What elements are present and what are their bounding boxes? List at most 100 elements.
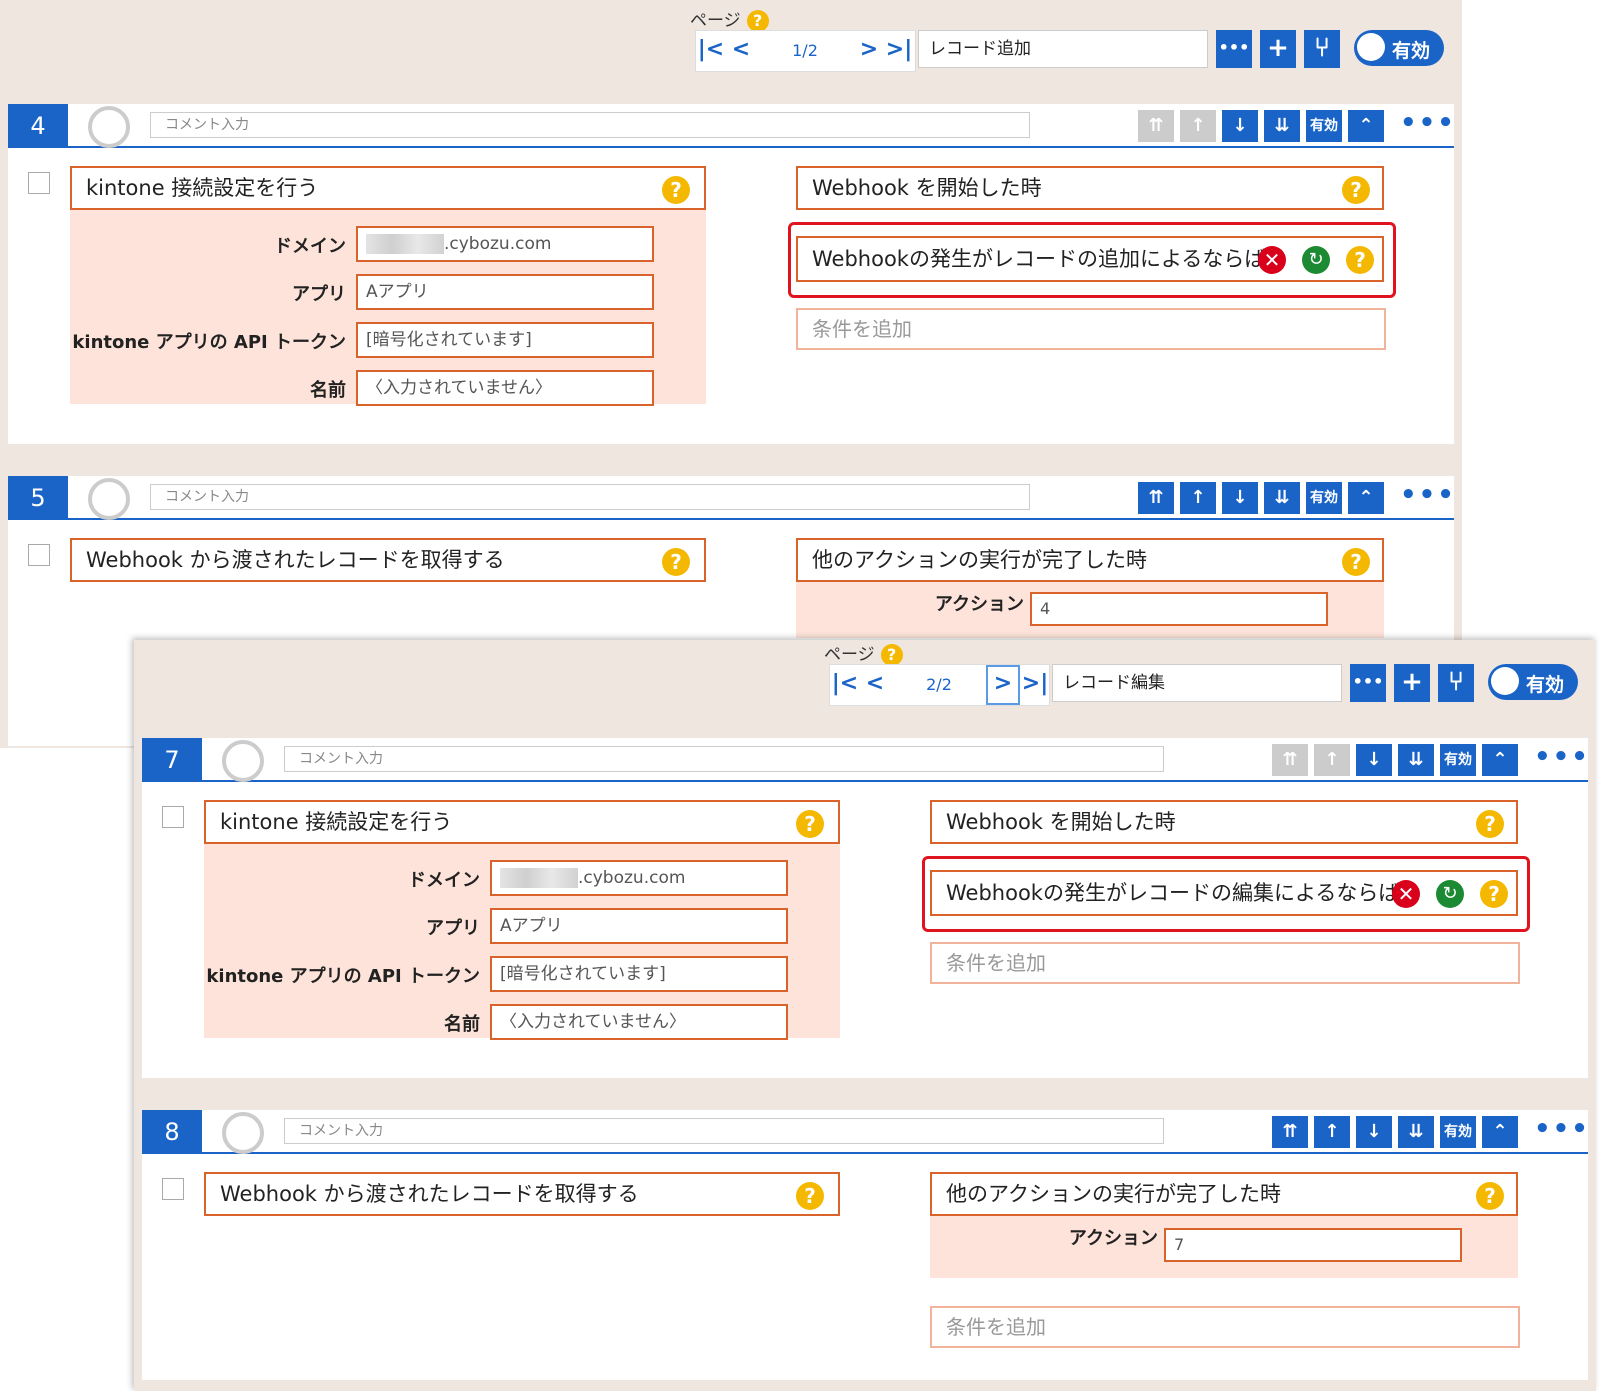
action-field[interactable]: 4 <box>1030 592 1328 626</box>
move-down-icon[interactable]: ↓ <box>1356 1116 1392 1148</box>
enable-toggle[interactable]: 有効 <box>1488 664 1578 700</box>
domain-field[interactable]: .cybozu.com <box>356 226 654 262</box>
trigger-title[interactable]: 他のアクションの実行が完了した時? <box>796 538 1384 582</box>
action-title[interactable]: Webhook から渡されたレコードを取得する? <box>204 1172 840 1216</box>
help-icon[interactable]: ? <box>796 810 824 838</box>
prev-page-button[interactable]: < <box>726 31 756 71</box>
next-page-button[interactable]: > <box>986 665 1020 705</box>
more-button[interactable]: ••• <box>1350 664 1386 702</box>
add-button[interactable]: + <box>1394 664 1430 702</box>
trigger-params: アクション 7 <box>930 1216 1518 1278</box>
add-condition-input[interactable]: 条件を追加 <box>796 308 1386 350</box>
action-card: 8 コメント入力 ⇈ ↑ ↓ ⇊ 有効 ⌃ ••• Webhook から渡された… <box>142 1110 1588 1380</box>
trigger-title[interactable]: Webhook を開始した時? <box>796 166 1384 210</box>
api-token-field[interactable]: [暗号化されています] <box>356 322 654 358</box>
help-icon[interactable]: ? <box>1476 1182 1504 1210</box>
page-indicator: 1/2 <box>792 41 818 60</box>
help-icon[interactable]: ? <box>1342 176 1370 204</box>
select-checkbox[interactable] <box>162 806 184 828</box>
collapse-icon[interactable]: ⌃ <box>1348 482 1384 514</box>
move-up-icon[interactable]: ↑ <box>1314 1116 1350 1148</box>
first-page-button[interactable]: |< <box>696 31 726 71</box>
select-checkbox[interactable] <box>28 172 50 194</box>
domain-field[interactable]: .cybozu.com <box>490 860 788 896</box>
prev-page-button[interactable]: < <box>860 665 890 705</box>
help-icon[interactable]: ? <box>662 548 690 576</box>
move-top-icon: ⇈ <box>1138 110 1174 142</box>
more-icon[interactable]: ••• <box>1400 480 1456 510</box>
move-down-icon[interactable]: ↓ <box>1222 110 1258 142</box>
status-ring-icon <box>88 106 130 148</box>
condition-item[interactable]: Webhookの発生がレコードの追加によるならば ✕ ↻? <box>796 236 1384 282</box>
enabled-badge[interactable]: 有効 <box>1440 1116 1476 1148</box>
comment-input[interactable]: コメント入力 <box>150 484 1030 510</box>
flow-icon[interactable]: ⑂ <box>1304 30 1340 68</box>
remove-icon[interactable]: ✕ <box>1392 880 1420 908</box>
action-title[interactable]: kintone 接続設定を行う? <box>204 800 840 844</box>
api-token-field[interactable]: [暗号化されています] <box>490 956 788 992</box>
app-field[interactable]: Aアプリ <box>356 274 654 310</box>
move-bottom-icon[interactable]: ⇊ <box>1264 110 1300 142</box>
more-icon[interactable]: ••• <box>1534 742 1590 772</box>
action-card: 4 コメント入力 ⇈ ↑ ↓ ⇊ 有効 ⌃ ••• kintone 接続設定を行… <box>8 104 1454 444</box>
trigger-title[interactable]: Webhook を開始した時? <box>930 800 1518 844</box>
move-top-icon[interactable]: ⇈ <box>1138 482 1174 514</box>
enabled-badge[interactable]: 有効 <box>1440 744 1476 776</box>
move-bottom-icon[interactable]: ⇊ <box>1264 482 1300 514</box>
status-ring-icon <box>222 740 264 782</box>
action-field[interactable]: 7 <box>1164 1228 1462 1262</box>
more-icon[interactable]: ••• <box>1534 1114 1590 1144</box>
add-button[interactable]: + <box>1260 30 1296 68</box>
event-select[interactable]: レコード追加 <box>918 30 1208 68</box>
action-title[interactable]: kintone 接続設定を行う? <box>70 166 706 210</box>
comment-input[interactable]: コメント入力 <box>284 1118 1164 1144</box>
event-select[interactable]: レコード編集 <box>1052 664 1342 702</box>
select-checkbox[interactable] <box>28 544 50 566</box>
trigger-title[interactable]: 他のアクションの実行が完了した時? <box>930 1172 1518 1216</box>
page-toolbar: ページ? |< < 2/2 > >| レコード編集 ••• + ⑂ 有効 <box>694 640 1594 736</box>
param-row: kintone アプリの API トークン [暗号化されています] <box>204 956 840 992</box>
collapse-icon[interactable]: ⌃ <box>1482 1116 1518 1148</box>
help-icon[interactable]: ? <box>1346 246 1374 274</box>
condition-item[interactable]: Webhookの発生がレコードの編集によるならば ✕ ↻? <box>930 870 1518 916</box>
move-bottom-icon[interactable]: ⇊ <box>1398 1116 1434 1148</box>
refresh-icon[interactable]: ↻ <box>1436 880 1464 908</box>
collapse-icon[interactable]: ⌃ <box>1348 110 1384 142</box>
action-title[interactable]: Webhook から渡されたレコードを取得する? <box>70 538 706 582</box>
enabled-badge[interactable]: 有効 <box>1306 110 1342 142</box>
help-icon[interactable]: ? <box>1342 548 1370 576</box>
collapse-icon[interactable]: ⌃ <box>1482 744 1518 776</box>
flow-icon[interactable]: ⑂ <box>1438 664 1474 702</box>
select-checkbox[interactable] <box>162 1178 184 1200</box>
card-number: 8 <box>142 1110 202 1154</box>
help-icon[interactable]: ? <box>796 1182 824 1210</box>
move-down-icon[interactable]: ↓ <box>1222 482 1258 514</box>
move-bottom-icon[interactable]: ⇊ <box>1398 744 1434 776</box>
help-icon[interactable]: ? <box>880 644 903 666</box>
next-page-button[interactable]: > <box>854 31 884 71</box>
move-top-icon[interactable]: ⇈ <box>1272 1116 1308 1148</box>
name-field[interactable]: 〈入力されていません〉 <box>490 1004 788 1040</box>
add-condition-input[interactable]: 条件を追加 <box>930 942 1520 984</box>
refresh-icon[interactable]: ↻ <box>1302 246 1330 274</box>
remove-icon[interactable]: ✕ <box>1258 246 1286 274</box>
move-down-icon[interactable]: ↓ <box>1356 744 1392 776</box>
move-up-icon[interactable]: ↑ <box>1180 482 1216 514</box>
last-page-button[interactable]: >| <box>884 31 914 71</box>
more-icon[interactable]: ••• <box>1400 108 1456 138</box>
enable-toggle[interactable]: 有効 <box>1354 30 1444 66</box>
help-icon[interactable]: ? <box>746 10 769 32</box>
comment-input[interactable]: コメント入力 <box>150 112 1030 138</box>
add-condition-input[interactable]: 条件を追加 <box>930 1306 1520 1348</box>
help-icon[interactable]: ? <box>1480 880 1508 908</box>
help-icon[interactable]: ? <box>1476 810 1504 838</box>
comment-input[interactable]: コメント入力 <box>284 746 1164 772</box>
more-button[interactable]: ••• <box>1216 30 1252 68</box>
app-field[interactable]: Aアプリ <box>490 908 788 944</box>
param-row: 名前 〈入力されていません〉 <box>70 370 706 406</box>
last-page-button[interactable]: >| <box>1020 665 1050 705</box>
first-page-button[interactable]: |< <box>830 665 860 705</box>
name-field[interactable]: 〈入力されていません〉 <box>356 370 654 406</box>
help-icon[interactable]: ? <box>662 176 690 204</box>
enabled-badge[interactable]: 有効 <box>1306 482 1342 514</box>
